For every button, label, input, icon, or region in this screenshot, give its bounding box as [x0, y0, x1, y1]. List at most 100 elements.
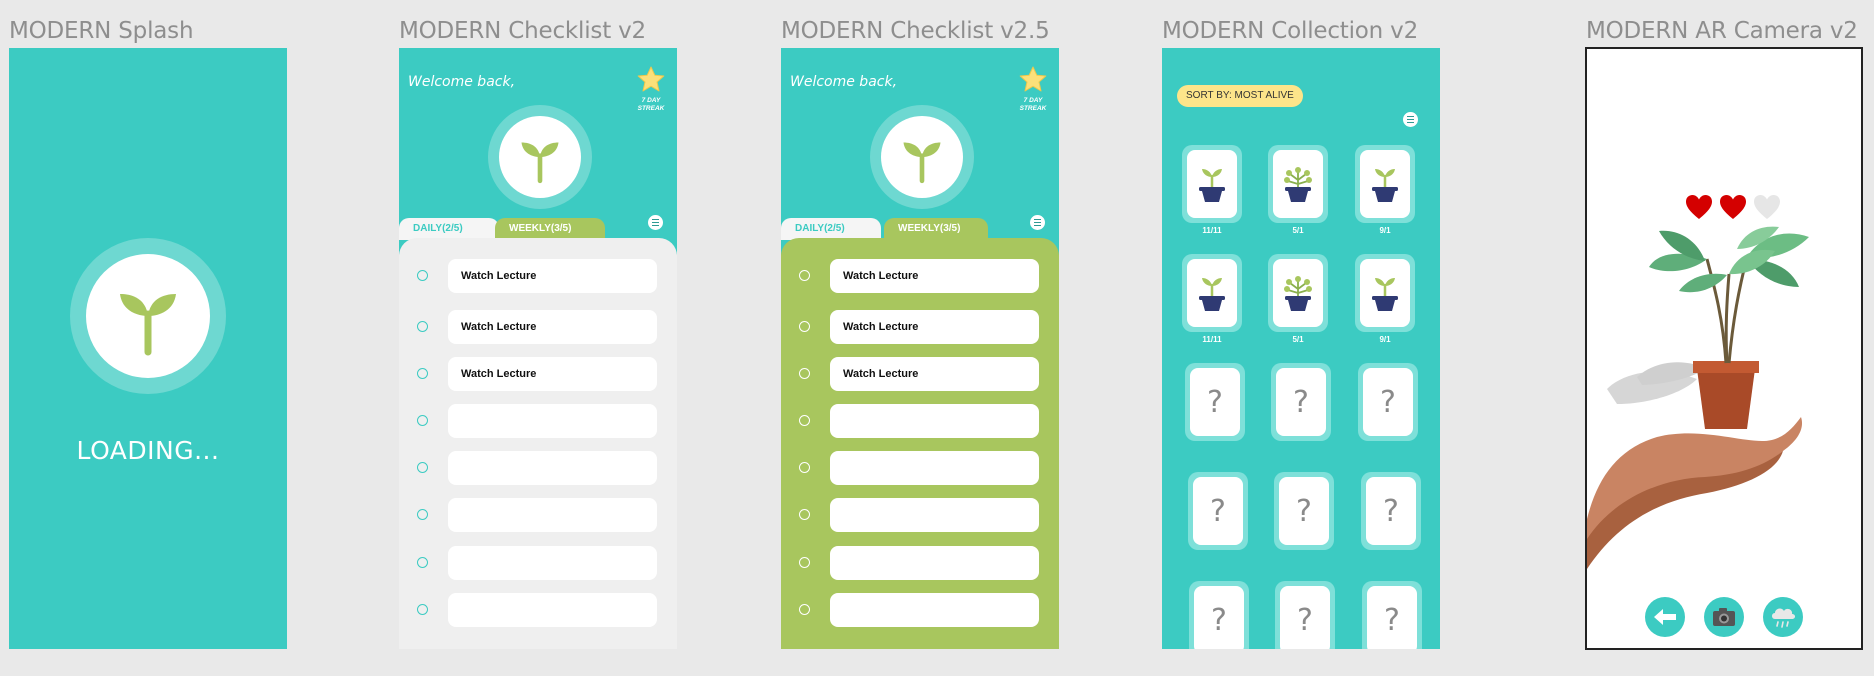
frame-title-splash: MODERN Splash	[9, 18, 194, 44]
question-mark-icon: ?	[1207, 384, 1223, 420]
locked-card-face: ?	[1363, 368, 1413, 436]
rain-cloud-icon	[1772, 608, 1795, 628]
streak-label: 7 DAY STREAK	[1019, 97, 1047, 112]
locked-card-face: ?	[1280, 586, 1330, 649]
locked-card-face: ?	[1367, 586, 1417, 649]
plant-card-image	[1273, 259, 1323, 327]
locked-card-face: ?	[1276, 368, 1326, 436]
locked-plant-card[interactable]: ?	[1275, 581, 1335, 649]
welcome-text: Welcome back,	[790, 74, 898, 90]
plant-card-image	[1187, 150, 1237, 218]
task-item[interactable]	[448, 546, 657, 580]
plant-card[interactable]	[1268, 145, 1328, 223]
menu-icon[interactable]	[1403, 112, 1418, 127]
task-item[interactable]: Watch Lecture	[830, 357, 1039, 391]
question-mark-icon: ?	[1293, 384, 1309, 420]
locked-plant-card[interactable]: ?	[1362, 581, 1422, 649]
collection-screen: SORT BY: MOST ALIVE 11/11 5/1 9/1 11/11 5/1 9…	[1162, 48, 1440, 649]
task-checkbox[interactable]	[799, 415, 810, 426]
task-item[interactable]	[448, 593, 657, 627]
bush-pot-icon	[1284, 276, 1312, 311]
back-button[interactable]	[1645, 597, 1685, 637]
task-checkbox[interactable]	[799, 462, 810, 473]
task-checkbox[interactable]	[417, 321, 428, 332]
sprout-pot-icon	[1372, 169, 1398, 202]
locked-plant-card[interactable]: ?	[1189, 581, 1249, 649]
locked-plant-card[interactable]: ?	[1188, 472, 1248, 550]
frame-title-checklist-v25: MODERN Checklist v2.5	[781, 18, 1050, 44]
task-item[interactable]: Watch Lecture	[830, 310, 1039, 344]
back-arrow-icon	[1654, 609, 1676, 625]
plant-avatar[interactable]	[499, 116, 581, 198]
locked-card-face: ?	[1366, 477, 1416, 545]
task-item[interactable]	[448, 451, 657, 485]
task-checkbox[interactable]	[417, 462, 428, 473]
task-item[interactable]: Watch Lecture	[448, 357, 657, 391]
question-mark-icon: ?	[1211, 602, 1227, 638]
task-item[interactable]: Watch Lecture	[448, 310, 657, 344]
streak-label: 7 DAY STREAK	[637, 97, 665, 112]
streak-badge: 7 DAY STREAK	[1017, 66, 1049, 113]
plant-card-image	[1360, 150, 1410, 218]
tab-weekly[interactable]: WEEKLY(3/5)	[495, 218, 605, 240]
streak-badge: 7 DAY STREAK	[635, 66, 667, 113]
plant-card[interactable]	[1355, 145, 1415, 223]
bush-pot-icon	[1284, 167, 1312, 202]
task-checkbox[interactable]	[417, 509, 428, 520]
task-checkbox[interactable]	[799, 557, 810, 568]
water-button[interactable]	[1763, 597, 1803, 637]
plant-card[interactable]	[1182, 254, 1242, 332]
locked-plant-card[interactable]: ?	[1358, 363, 1418, 441]
task-checkbox[interactable]	[799, 509, 810, 520]
plant-card-image	[1360, 259, 1410, 327]
task-item[interactable]	[830, 404, 1039, 438]
task-list: Watch Lecture Watch Lecture Watch Lecture	[781, 238, 1059, 649]
plant-card[interactable]	[1268, 254, 1328, 332]
task-checkbox[interactable]	[799, 368, 810, 379]
task-item[interactable]	[830, 546, 1039, 580]
task-checkbox[interactable]	[799, 604, 810, 615]
task-item[interactable]	[830, 593, 1039, 627]
tab-weekly[interactable]: WEEKLY(3/5)	[884, 218, 988, 240]
plant-card-date: 5/1	[1292, 335, 1304, 344]
question-mark-icon: ?	[1297, 602, 1313, 638]
task-item[interactable]	[830, 498, 1039, 532]
tab-daily[interactable]: DAILY(2/5)	[399, 218, 499, 240]
loading-text: LOADING...	[76, 436, 220, 465]
locked-plant-card[interactable]: ?	[1361, 472, 1421, 550]
tab-daily[interactable]: DAILY(2/5)	[781, 218, 881, 240]
plant-card-image	[1187, 259, 1237, 327]
plant-card[interactable]	[1355, 254, 1415, 332]
locked-plant-card[interactable]: ?	[1185, 363, 1245, 441]
locked-card-face: ?	[1279, 477, 1329, 545]
task-checkbox[interactable]	[417, 604, 428, 615]
task-item[interactable]: Watch Lecture	[448, 259, 657, 293]
locked-card-face: ?	[1194, 586, 1244, 649]
task-checkbox[interactable]	[417, 557, 428, 568]
task-checkbox[interactable]	[417, 415, 428, 426]
checklist-v25-screen: Welcome back, 7 DAY STREAK DAILY(2/5) WE…	[781, 48, 1059, 649]
locked-plant-card[interactable]: ?	[1271, 363, 1331, 441]
task-checkbox[interactable]	[417, 368, 428, 379]
task-checkbox[interactable]	[417, 270, 428, 281]
task-checkbox[interactable]	[799, 270, 810, 281]
plant-card[interactable]	[1182, 145, 1242, 223]
task-item[interactable]	[448, 498, 657, 532]
menu-icon[interactable]	[648, 215, 663, 230]
task-item[interactable]	[448, 404, 657, 438]
task-checkbox[interactable]	[799, 321, 810, 332]
camera-icon	[1713, 608, 1735, 626]
camera-button[interactable]	[1704, 597, 1744, 637]
sprout-pot-icon	[1372, 278, 1398, 311]
locked-plant-card[interactable]: ?	[1274, 472, 1334, 550]
menu-icon[interactable]	[1030, 215, 1045, 230]
locked-card-face: ?	[1193, 477, 1243, 545]
sort-button[interactable]: SORT BY: MOST ALIVE	[1177, 85, 1303, 107]
task-item[interactable]	[830, 451, 1039, 485]
plant-card-date: 11/11	[1202, 226, 1222, 235]
sprout-pot-icon	[1199, 278, 1225, 311]
plant-card-date: 11/11	[1202, 335, 1222, 344]
plant-avatar[interactable]	[881, 116, 963, 198]
task-item[interactable]: Watch Lecture	[830, 259, 1039, 293]
plant-card-date: 9/1	[1379, 226, 1391, 235]
